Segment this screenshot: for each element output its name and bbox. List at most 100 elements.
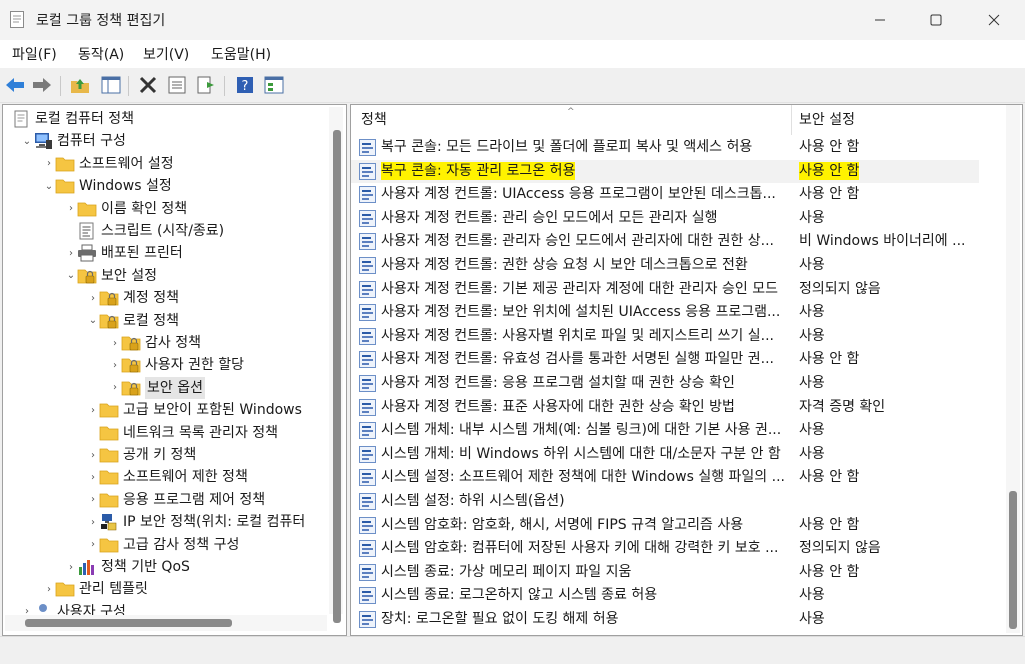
policy-row[interactable]: 시스템 개체: 비 Windows 하위 시스템에 대한 대/소문자 구분 안 … bbox=[351, 443, 979, 466]
maximize-icon bbox=[930, 14, 942, 26]
menu-view[interactable]: 보기(V) bbox=[143, 44, 189, 64]
show-tree-button[interactable] bbox=[99, 73, 123, 97]
tree-item[interactable]: › IP 보안 정책(위치: 로컬 컴퓨터 bbox=[3, 511, 328, 533]
tree-vertical-scroll-thumb[interactable] bbox=[333, 130, 341, 623]
tree-item-label: 계정 정책 bbox=[123, 290, 179, 307]
policy-row[interactable]: 시스템 개체: 내부 시스템 개체(예: 심볼 링크)에 대한 기본 사용 권.… bbox=[351, 419, 979, 442]
tree-item[interactable]: 네트워크 목록 관리자 정책 bbox=[3, 422, 328, 444]
tree-item[interactable]: › 계정 정책 bbox=[3, 287, 328, 309]
expand-chevron-icon[interactable]: › bbox=[87, 292, 99, 304]
up-folder-button[interactable] bbox=[68, 73, 92, 97]
policy-name: 사용자 계정 컨트롤: 권한 상승 요청 시 보안 데스크톱으로 전환 bbox=[381, 257, 748, 273]
policy-row[interactable]: 사용자 계정 컨트롤: 관리 승인 모드에서 모든 관리자 실행 사용 bbox=[351, 207, 979, 230]
policy-row[interactable]: 사용자 계정 컨트롤: 관리자 승인 모드에서 관리자에 대한 권한 상... 비… bbox=[351, 230, 979, 253]
tree-item[interactable]: 로컬 컴퓨터 정책 bbox=[3, 108, 328, 130]
list-vertical-scroll-thumb[interactable] bbox=[1009, 491, 1017, 629]
tree-item-label: Windows 설정 bbox=[79, 178, 172, 195]
menu-action[interactable]: 동작(A) bbox=[78, 44, 124, 64]
console-tree: 로컬 컴퓨터 정책 ⌄ 컴퓨터 구성 › 소프트웨어 설정 ⌄ Windows 설정 › 이름 … bbox=[2, 104, 347, 636]
back-button[interactable] bbox=[3, 73, 27, 97]
collapse-chevron-icon[interactable]: ⌄ bbox=[65, 270, 77, 282]
tree-item[interactable]: › 이름 확인 정책 bbox=[3, 198, 328, 220]
policy-row[interactable]: 시스템 암호화: 컴퓨터에 저장된 사용자 키에 대해 강력한 키 보호 ...… bbox=[351, 537, 979, 560]
tree-item[interactable]: › 공개 키 정책 bbox=[3, 444, 328, 466]
tree-item[interactable]: ⌄ 컴퓨터 구성 bbox=[3, 130, 328, 152]
minimize-button[interactable] bbox=[851, 0, 909, 40]
expand-chevron-icon[interactable]: › bbox=[87, 449, 99, 461]
delete-button[interactable] bbox=[136, 73, 160, 97]
tree-item[interactable]: › 소프트웨어 제한 정책 bbox=[3, 466, 328, 488]
maximize-button[interactable] bbox=[907, 0, 965, 40]
tree-item[interactable]: ⌄ 보안 설정 bbox=[3, 265, 328, 287]
policy-row[interactable]: 복구 콘솔: 모든 드라이브 및 폴더에 플로피 복사 및 액세스 허용 사용 안… bbox=[351, 136, 979, 159]
expand-chevron-icon[interactable]: › bbox=[65, 247, 77, 259]
tree-item[interactable]: › 보안 옵션 bbox=[3, 376, 328, 399]
tree-item[interactable]: › 응용 프로그램 제어 정책 bbox=[3, 489, 328, 511]
tree-item[interactable]: › 소프트웨어 설정 bbox=[3, 153, 328, 175]
tree-item[interactable]: › 고급 보안이 포함된 Windows bbox=[3, 399, 328, 421]
tree-item[interactable]: › 정책 기반 QoS bbox=[3, 556, 328, 578]
menu-help[interactable]: 도움말(H) bbox=[211, 44, 271, 64]
folder-icon bbox=[55, 177, 75, 195]
export-icon bbox=[197, 76, 214, 94]
expand-chevron-icon[interactable]: › bbox=[65, 203, 77, 215]
tree-item[interactable]: 스크립트 (시작/종료) bbox=[3, 220, 328, 242]
column-header-policy[interactable]: 정책 bbox=[361, 105, 387, 135]
export-button[interactable] bbox=[195, 73, 219, 97]
policy-row[interactable]: 사용자 계정 컨트롤: 응용 프로그램 설치할 때 권한 상승 확인 사용 bbox=[351, 372, 979, 395]
tree-horizontal-scroll-thumb[interactable] bbox=[25, 619, 232, 627]
view-button[interactable] bbox=[262, 73, 286, 97]
tree-item[interactable]: ⌄ 로컬 정책 bbox=[3, 310, 328, 332]
policy-security-setting: 사용 안 함 bbox=[799, 139, 860, 155]
tree-item[interactable]: › 배포된 프린터 bbox=[3, 242, 328, 264]
tree-item[interactable]: › 사용자 권한 할당 bbox=[3, 354, 328, 376]
policy-row[interactable]: 시스템 설정: 하위 시스템(옵션) bbox=[351, 490, 979, 513]
expand-chevron-icon[interactable]: › bbox=[87, 539, 99, 551]
expand-chevron-icon[interactable]: › bbox=[109, 382, 121, 394]
tree-item[interactable]: › 고급 감사 정책 구성 bbox=[3, 534, 328, 556]
policy-row[interactable]: 사용자 계정 컨트롤: UIAccess 응용 프로그램이 보안된 데스크톱..… bbox=[351, 183, 979, 206]
policy-row[interactable]: 사용자 계정 컨트롤: 사용자별 위치로 파일 및 레지스트리 쓰기 실... 사… bbox=[351, 325, 979, 348]
policy-row[interactable]: 장치: 로그온할 필요 없이 도킹 해제 허용 사용 bbox=[351, 608, 979, 631]
expand-chevron-icon[interactable]: › bbox=[43, 158, 55, 170]
policy-row[interactable]: 시스템 종료: 가상 메모리 페이지 파일 지움 사용 안 함 bbox=[351, 561, 979, 584]
column-header-security-setting[interactable]: 보안 설정 bbox=[799, 105, 855, 135]
policy-setting-icon bbox=[359, 327, 376, 345]
close-button[interactable] bbox=[965, 0, 1023, 40]
expand-chevron-icon[interactable]: › bbox=[65, 561, 77, 573]
expand-chevron-icon[interactable]: › bbox=[87, 404, 99, 416]
policy-setting-icon bbox=[359, 257, 376, 274]
collapse-chevron-icon[interactable]: ⌄ bbox=[43, 180, 55, 192]
help-button[interactable]: ? bbox=[233, 73, 257, 97]
expand-chevron-icon[interactable]: › bbox=[43, 583, 55, 595]
forward-button[interactable] bbox=[30, 73, 54, 97]
expand-chevron-icon[interactable]: › bbox=[109, 359, 121, 371]
policy-row[interactable]: 시스템 종료: 로그온하지 않고 시스템 종료 허용 사용 bbox=[351, 584, 979, 607]
menu-file[interactable]: 파일(F) bbox=[12, 44, 57, 64]
policy-row[interactable]: 복구 콘솔: 자동 관리 로그온 허용 사용 안 함 bbox=[351, 159, 979, 183]
policy-row[interactable]: 사용자 계정 컨트롤: 기본 제공 관리자 계정에 대한 관리자 승인 모드 정의… bbox=[351, 278, 979, 301]
policy-security-setting: 사용 bbox=[799, 587, 825, 604]
expand-chevron-icon[interactable]: › bbox=[87, 471, 99, 483]
collapse-chevron-icon[interactable]: ⌄ bbox=[87, 315, 99, 327]
policy-security-setting: 사용 안 함 bbox=[799, 351, 860, 368]
policy-security-setting: 사용 안 함 bbox=[799, 563, 860, 580]
expand-chevron-icon[interactable]: › bbox=[87, 494, 99, 506]
policy-setting-icon bbox=[359, 375, 376, 392]
policy-row[interactable]: 시스템 암호화: 암호화, 해시, 서명에 FIPS 규격 알고리즘 사용 사용 … bbox=[351, 514, 979, 537]
expand-chevron-icon[interactable]: › bbox=[109, 337, 121, 349]
tree-item[interactable]: › 감사 정책 bbox=[3, 332, 328, 354]
policy-row[interactable]: 사용자 계정 컨트롤: 권한 상승 요청 시 보안 데스크톱으로 전환 사용 bbox=[351, 254, 979, 277]
tree-item[interactable]: › 관리 템플릿 bbox=[3, 578, 328, 600]
collapse-chevron-icon[interactable]: ⌄ bbox=[21, 135, 33, 147]
policy-row[interactable]: 사용자 계정 컨트롤: 보안 위치에 설치된 UIAccess 응용 프로그램.… bbox=[351, 301, 979, 324]
expand-chevron-icon[interactable]: › bbox=[87, 516, 99, 528]
properties-button[interactable] bbox=[165, 73, 189, 97]
policy-row[interactable]: 사용자 계정 컨트롤: 유효성 검사를 통과한 서명된 실행 파일만 권... 사… bbox=[351, 348, 979, 371]
policy-security-setting: 사용 bbox=[799, 375, 825, 391]
tree-item[interactable]: ⌄ Windows 설정 bbox=[3, 175, 328, 197]
folder-icon bbox=[55, 580, 75, 598]
policy-name: 사용자 계정 컨트롤: 관리 승인 모드에서 모든 관리자 실행 bbox=[381, 209, 718, 226]
policy-row[interactable]: 시스템 설정: 소프트웨어 제한 정책에 대한 Windows 실행 파일의 .… bbox=[351, 466, 979, 489]
policy-row[interactable]: 사용자 계정 컨트롤: 표준 사용자에 대한 권한 상승 확인 방법 자격 증명 … bbox=[351, 396, 979, 419]
